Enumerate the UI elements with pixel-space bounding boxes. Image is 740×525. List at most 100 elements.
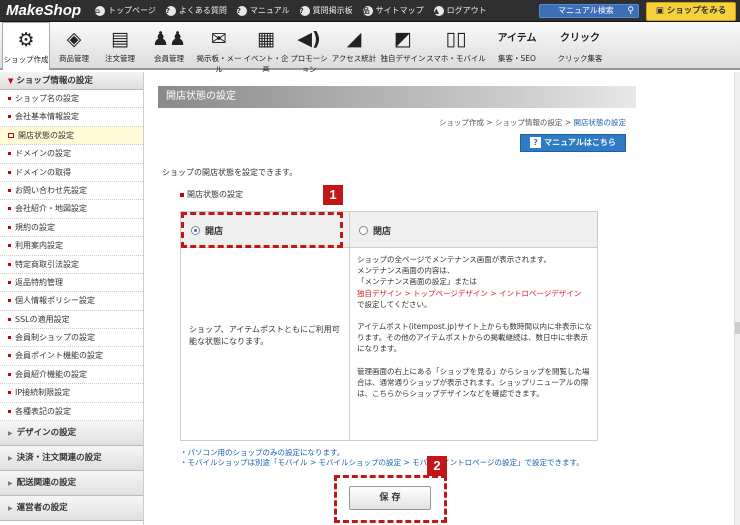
- nav-item-4[interactable]: ✉ 掲示板・メール: [196, 22, 242, 74]
- nav-item-6[interactable]: ◀) プロモーション: [290, 22, 328, 74]
- breadcrumb-shop-info[interactable]: ショップ情報の設定: [495, 118, 563, 127]
- top-link-1[interactable]: ? よくある質問: [165, 5, 227, 16]
- sidebar-item[interactable]: IP接続制限設定: [0, 384, 143, 403]
- main-nav: ⚙ ショップ作成 ◈ 商品管理 ▤ 注文管理 ♟♟ 会員管理 ✉ 掲示板・メール ▦ イベント・企画 ◀…: [0, 22, 740, 74]
- page-title: 開店状態の設定: [158, 86, 636, 108]
- sidebar-item[interactable]: 会社紹介・地図設定: [0, 200, 143, 219]
- sidebar-item[interactable]: 返品特約管理: [0, 274, 143, 293]
- top-link-5[interactable]: ▲ ログアウト: [433, 5, 487, 16]
- sidebar-item[interactable]: 会員ポイント機能の設定: [0, 347, 143, 366]
- nav-item-0[interactable]: ⚙ ショップ作成: [2, 22, 50, 70]
- sidebar-item-label: 返品特約管理: [15, 277, 63, 287]
- sidebar-item[interactable]: 会員制ショップの設定: [0, 329, 143, 348]
- sidebar-item-label: 会員紹介機能の設定: [15, 369, 87, 379]
- radio-closed[interactable]: 閉店: [359, 224, 391, 237]
- nav-icon: アイテム: [497, 33, 537, 44]
- bullet-icon: [8, 280, 11, 284]
- triangle-right-icon: ▶: [8, 505, 13, 513]
- nav-item-label: 注文管理: [105, 54, 135, 63]
- nav-item-label: スマホ・モバイル: [426, 54, 486, 63]
- nav-icon: ▤: [111, 28, 129, 50]
- sidebar-group[interactable]: ▶ 運営者の設定: [0, 496, 143, 522]
- sidebar-item[interactable]: ドメインの設定: [0, 145, 143, 164]
- sidebar-group[interactable]: ▶ デザインの設定: [0, 421, 143, 447]
- bullet-icon: [8, 354, 11, 358]
- section-label-text: 開店状態の設定: [187, 190, 243, 199]
- nav-item-2[interactable]: ▤ 注文管理: [98, 22, 142, 70]
- nav-item-5[interactable]: ▦ イベント・企画: [242, 22, 290, 74]
- nav-item-label: 掲示板・メール: [196, 54, 242, 74]
- sidebar-item[interactable]: 利用案内設定: [0, 237, 143, 256]
- closed-desc-line: で設定してください。: [357, 299, 432, 309]
- sidebar-item[interactable]: 各種表記の設定: [0, 403, 143, 422]
- manual-button[interactable]: ? マニュアルはこちら: [520, 134, 626, 152]
- nav-item-8[interactable]: ◩ 独自デザイン: [380, 22, 426, 70]
- bullet-icon: [8, 299, 11, 303]
- makeshop-logo[interactable]: MakeShop: [6, 2, 81, 19]
- scrollbar-grip[interactable]: [735, 322, 740, 334]
- nav-item-3[interactable]: ♟♟ 会員管理: [142, 22, 196, 70]
- top-link-4[interactable]: 品サイトマップ: [362, 5, 424, 16]
- sidebar-item[interactable]: ショップ名の設定: [0, 90, 143, 109]
- bullet-icon: [8, 132, 14, 138]
- sidebar-group[interactable]: ▶ 決済・注文関連の設定: [0, 446, 143, 472]
- sidebar-group-label: デザインの設定: [16, 428, 77, 439]
- top-link-0[interactable]: ⌂ トップページ: [95, 5, 156, 16]
- top-bar: MakeShop ⌂ トップページ? よくある質問? マニュアル? 質問掲示板品サイトマ…: [0, 0, 740, 22]
- note-mobile-link[interactable]: ・モバイルショップは別途「モバイル > モバイルショップの設定 > モバイルイン…: [180, 458, 584, 468]
- top-links: ⌂ トップページ? よくある質問? マニュアル? 質問掲示板品サイトマップ ▲ ログアウト: [95, 5, 487, 16]
- sidebar-group-label: 配送関連の設定: [16, 478, 77, 489]
- sidebar-item[interactable]: ドメインの取得: [0, 164, 143, 182]
- top-link-label: 質問掲示板: [312, 6, 353, 15]
- sidebar-item[interactable]: 特定商取引法設定: [0, 256, 143, 274]
- bullet-icon: [8, 262, 11, 266]
- sidebar-item-label: ドメインの設定: [15, 149, 71, 159]
- top-link-label: トップページ: [108, 6, 156, 15]
- nav-item-label: 会員管理: [154, 54, 184, 63]
- sitemap-icon: 品: [362, 5, 373, 16]
- nav-icon: ♟♟: [151, 28, 187, 50]
- top-link-3[interactable]: ? 質問掲示板: [299, 5, 353, 16]
- nav-item-7[interactable]: ◢ アクセス統計: [328, 22, 380, 70]
- sidebar-item[interactable]: 開店状態の設定: [0, 126, 143, 146]
- nav-item-10[interactable]: アイテム 集客・SEO: [486, 22, 548, 70]
- sidebar-item[interactable]: 会社基本情報設定: [0, 108, 143, 127]
- sidebar-item-label: IP接続制限設定: [15, 388, 71, 398]
- nav-icon: ◢: [346, 28, 362, 50]
- sidebar-heading[interactable]: ▼ ショップ情報の設定: [0, 72, 143, 90]
- intro-page-design-link[interactable]: 独自デザイン > トップページデザイン > イントロページデザイン: [357, 289, 581, 298]
- nav-item-label: イベント・企画: [243, 54, 289, 74]
- sidebar-item-label: ドメインの取得: [15, 167, 71, 177]
- nav-item-11[interactable]: クリック クリック集客: [548, 22, 612, 70]
- sidebar-item[interactable]: 会員紹介機能の設定: [0, 366, 143, 385]
- breadcrumb-shop-create[interactable]: ショップ作成: [439, 118, 484, 127]
- manual-button-label: マニュアルはこちら: [544, 138, 616, 147]
- sidebar-group[interactable]: ▶ 配送関連の設定: [0, 471, 143, 497]
- radio-unchecked-icon[interactable]: [359, 226, 368, 235]
- table-divider: [349, 212, 350, 440]
- scrollbar[interactable]: [734, 72, 740, 525]
- bullet-icon: [8, 225, 11, 229]
- sidebar-item[interactable]: お問い合わせ先設定: [0, 182, 143, 201]
- sidebar-item[interactable]: 個人情報ポリシー設定: [0, 292, 143, 311]
- nav-icon: ◈: [66, 28, 82, 50]
- nav-icon: ⚙: [17, 29, 35, 51]
- bullet-icon: [8, 336, 11, 340]
- nav-item-label: ショップ作成: [3, 55, 49, 64]
- bullet-icon: [8, 97, 11, 100]
- nav-item-1[interactable]: ◈ 商品管理: [50, 22, 98, 70]
- manual-search-input[interactable]: マニュアル検索 ⚲: [539, 4, 639, 18]
- question-icon: ?: [236, 5, 247, 16]
- triangle-right-icon: ▶: [8, 455, 13, 463]
- nav-icon: クリック: [560, 33, 600, 44]
- sidebar-group-label: 運営者の設定: [16, 503, 68, 514]
- sidebar-item[interactable]: 規約の設定: [0, 219, 143, 238]
- sidebar-item[interactable]: SSLの適用設定: [0, 311, 143, 330]
- view-shop-button[interactable]: ▣ ショップをみる: [646, 2, 736, 21]
- nav-item-9[interactable]: ▯▯ スマホ・モバイル: [426, 22, 486, 70]
- sidebar-item-label: 各種表記の設定: [15, 406, 71, 416]
- top-link-2[interactable]: ? マニュアル: [236, 5, 290, 16]
- sidebar-item-label: 会員ポイント機能の設定: [15, 351, 103, 361]
- search-icon[interactable]: ⚲: [627, 5, 634, 17]
- closed-desc-para1: ショップの全ページでメンテナンス画面が表示されます。 メンテナンス画面の内容は、「…: [357, 254, 593, 310]
